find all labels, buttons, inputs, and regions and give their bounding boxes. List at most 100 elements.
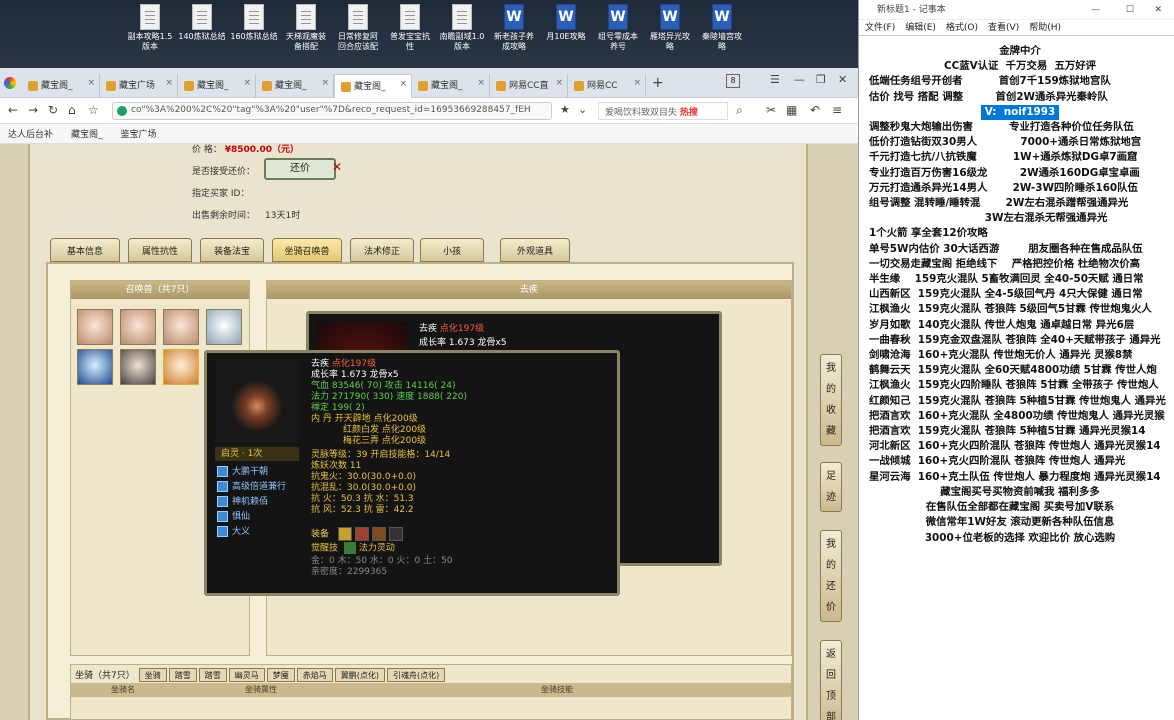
browser-tab[interactable]: 藏宝阁_ × [22,74,100,98]
search-box[interactable]: 爱喝饮料致双目失 热搜 [598,102,728,120]
undo-icon[interactable]: ↶ [810,103,820,117]
notepad-menu-item[interactable]: 查看(V) [988,23,1019,33]
notepad-line: 一切交易走藏宝阁 拒绝线下 严格把控价格 杜绝物次价高 [869,257,1141,270]
grid-icon[interactable]: ▦ [786,103,797,117]
minimize-icon[interactable]: — [794,73,805,86]
mount-tab[interactable]: 梦魇 [266,668,295,682]
pet-slot[interactable] [120,309,156,345]
maximize-icon[interactable]: ❐ [816,73,826,86]
counter-offer-button[interactable]: 还价 [264,158,336,180]
url-input[interactable]: co"%3A%200%2C%20"tag"%3A%20"user"%7D&rec… [112,102,552,120]
pet-slot[interactable] [77,349,113,385]
refresh-icon[interactable]: ↻ [48,103,58,117]
pet-slot[interactable] [77,309,113,345]
bookmark-item[interactable]: 鉴宝广场 [121,130,157,140]
desktop-icon[interactable]: W 组号零成本 养号 [590,4,646,52]
page-tab[interactable]: 属性抗性 [128,238,192,262]
dropdown-icon[interactable]: ⌄ [578,103,587,116]
close-window-icon[interactable]: ✕ [1154,0,1162,20]
tab-close-icon[interactable]: × [555,78,563,88]
scissors-icon[interactable]: ✂ [766,103,776,117]
desktop-icon[interactable]: 160炼狱总结 [226,4,282,42]
tab-close-icon[interactable]: × [87,78,95,88]
page-tab[interactable]: 坐骑召唤兽 [272,238,342,262]
notepad-menu-item[interactable]: 编辑(E) [905,23,936,33]
page-tab[interactable]: 小孩 [420,238,484,262]
close-window-icon[interactable]: ✕ [838,73,847,86]
mount-tab[interactable]: 坐骑 [138,668,167,682]
pet-slot[interactable] [120,349,156,385]
notepad-menu-item[interactable]: 帮助(H) [1029,23,1061,33]
notepad-menu-item[interactable]: 格式(O) [946,23,978,33]
close-icon[interactable]: ✕ [332,160,342,174]
mount-col-name: 坐骑名 [111,685,135,694]
side-button[interactable]: 返回顶部 [820,640,842,720]
desktop-icon[interactable]: 南瞻副域1.0 版本 [434,4,490,52]
page-tab[interactable]: 外观道具 [500,238,570,262]
tab-close-icon[interactable]: × [399,79,407,89]
mount-tab[interactable]: 赤焰马 [296,668,333,682]
tab-close-icon[interactable]: × [633,78,641,88]
tab-favicon-icon [28,80,38,91]
mount-tab[interactable]: 翼鹏(点化) [334,668,385,682]
skill-icon [217,496,228,507]
bookmark-item[interactable]: 达人后台补 [8,130,53,140]
pet-slot[interactable] [163,309,199,345]
desktop-icon[interactable]: 天梯观魔装 备搭配 [278,4,334,52]
equip-slot[interactable] [354,527,369,541]
resist-2: 抗混乱：30.0(30.0+0.0) [311,483,416,493]
more-icon[interactable]: ≡ [832,103,842,117]
tab-close-icon[interactable]: × [321,78,329,88]
browser-tab[interactable]: 网易CC直 × [490,74,568,98]
side-button[interactable]: 我的收藏 [820,354,842,446]
mount-tab[interactable]: 幽灵马 [228,668,265,682]
desktop-icon[interactable]: 副本攻略1.5 版本 [122,4,178,52]
tab-count-badge[interactable]: 8 [726,74,740,88]
page-tab[interactable]: 法术修正 [350,238,414,262]
new-tab-button[interactable]: + [652,75,664,91]
browser-tab[interactable]: 网易CC × [568,74,646,98]
browser-tab[interactable]: 藏宝阁_ × [334,74,412,98]
pet-slot[interactable] [206,309,242,345]
mount-tab[interactable]: 踏雪 [198,668,227,682]
tab-close-icon[interactable]: × [477,78,485,88]
maximize-icon[interactable]: ☐ [1126,0,1134,20]
desktop-icon[interactable]: W 秦陵墙宫攻 略 [694,4,750,52]
browser-tab[interactable]: 藏宝广场 × [100,74,178,98]
tab-close-icon[interactable]: × [243,78,251,88]
mount-tab[interactable]: 踏雪 [168,668,197,682]
desktop-icon[interactable]: W 新老孩子养 成攻略 [486,4,542,52]
mount-tab[interactable]: 引魂舟(点化) [386,668,446,682]
desktop-icon[interactable]: 140炼狱总结 [174,4,230,42]
side-button[interactable]: 足迹 [820,462,842,512]
page-tab[interactable]: 基本信息 [50,238,120,262]
equip-slot[interactable] [337,527,352,541]
desktop-icon[interactable]: W 雁塔异光攻 略 [642,4,698,52]
home-icon[interactable]: ⌂ [68,103,76,117]
browser-tab[interactable]: 藏宝阁_ × [412,74,490,98]
search-icon[interactable]: ⌕ [736,103,743,118]
equip-slot[interactable] [371,527,386,541]
browser-tab[interactable]: 藏宝阁_ × [256,74,334,98]
bookmark-star-icon[interactable]: ☆ [88,103,99,117]
notepad-text-area[interactable]: 金牌中介 CC蓝V认证 千万交易 五万好评 低端任务组号开创者 首创7千159炼狱地… [869,44,1171,546]
side-button[interactable]: 我的还价 [820,530,842,622]
browser-tab[interactable]: 藏宝阁_ × [178,74,256,98]
desktop-icon[interactable]: 日常修复阿 回合应该配 [330,4,386,52]
menu-icon[interactable]: ☰ [770,73,780,86]
back-icon[interactable]: ← [8,103,18,117]
notepad-line: 剑啸沧海 160+克火混队 传世炮无价人 通异光 灵猴8禁 [869,349,1133,362]
page-tab[interactable]: 装备法宝 [200,238,264,262]
bookmark-item[interactable]: 藏宝阁_ [71,130,103,140]
notepad-line: V: noif1993 [869,104,1171,121]
tab-close-icon[interactable]: × [165,78,173,88]
equip-slot[interactable] [388,527,403,541]
desktop-icon[interactable]: 普发宝宝抗 性 [382,4,438,52]
desktop-icon[interactable]: W 月10E攻略 [538,4,594,42]
star-icon[interactable]: ★ [560,103,570,116]
notepad-line: 3W左右混杀无帮强通异光 [869,212,1108,225]
notepad-menu-item[interactable]: 文件(F) [865,23,895,33]
pet-slot-selected[interactable] [163,349,199,385]
minimize-icon[interactable]: — [1091,0,1100,20]
forward-icon[interactable]: → [28,103,38,117]
